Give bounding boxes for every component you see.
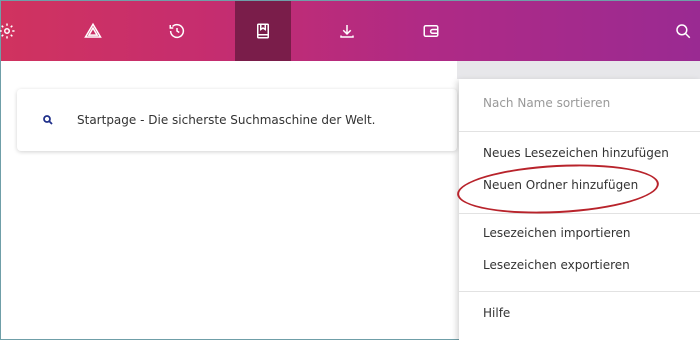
menu-item-add-folder[interactable]: Neuen Ordner hinzufügen [459,169,700,201]
menu-item-help[interactable]: Hilfe [459,297,700,329]
wallet-button[interactable] [403,1,459,61]
bookmarks-icon [257,23,269,39]
download-icon [340,25,354,38]
history-button[interactable] [149,1,205,61]
warning-triangle-icon [84,22,102,38]
menu-item-sort-by-name: Nach Name sortieren [483,96,611,110]
menu-divider [459,131,700,132]
toolbar [0,1,700,61]
security-button[interactable] [65,1,121,61]
menu-item-import-bookmarks[interactable]: Lesezeichen importieren [459,217,700,249]
search-icon [41,113,55,127]
menu-divider [459,213,700,214]
settings-button[interactable] [0,1,35,61]
bookmark-title: Startpage - Die sicherste Suchmaschine d… [77,113,376,127]
history-icon [169,23,185,39]
gear-icon [0,23,15,39]
context-menu: Nach Name sortieren Neues Lesezeichen hi… [459,79,700,340]
wallet-icon [423,25,439,37]
menu-anchor-strip [457,61,700,79]
app-window: Startpage - Die sicherste Suchmaschine d… [0,0,700,340]
downloads-button[interactable] [319,1,375,61]
menu-item-add-bookmark[interactable]: Neues Lesezeichen hinzufügen [459,137,700,169]
search-button[interactable] [655,1,700,61]
menu-divider [459,291,700,292]
bookmark-item[interactable]: Startpage - Die sicherste Suchmaschine d… [17,89,457,151]
search-icon [676,24,691,39]
bookmarks-button[interactable] [235,1,291,61]
menu-item-export-bookmarks[interactable]: Lesezeichen exportieren [459,249,700,281]
